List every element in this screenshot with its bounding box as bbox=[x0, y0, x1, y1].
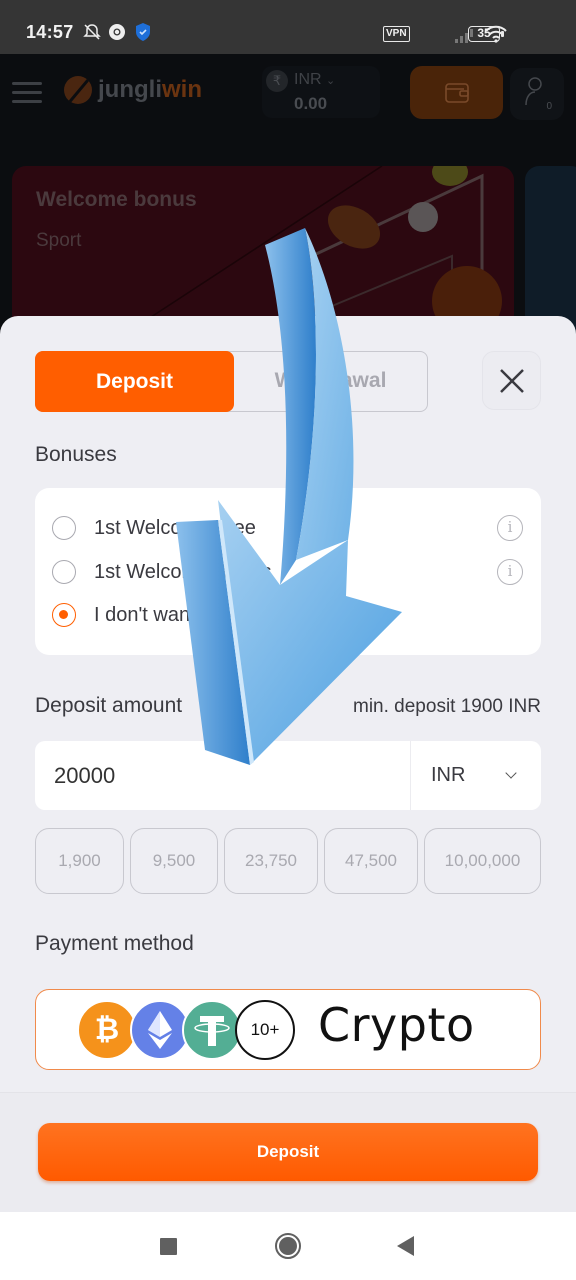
chevron-down-icon bbox=[505, 767, 517, 779]
status-bar: 14:57 VPN 35 bbox=[0, 0, 576, 54]
profile-button[interactable]: 0 bbox=[510, 68, 564, 120]
banner-subtitle: Sport bbox=[36, 230, 82, 251]
logo-mark-icon bbox=[64, 76, 92, 104]
balance-currency: INR ⌄ bbox=[294, 71, 336, 88]
crypto-label: Crypto bbox=[318, 998, 475, 1052]
more-coins-badge: 10+ bbox=[235, 1000, 295, 1060]
info-icon[interactable]: i bbox=[497, 559, 523, 585]
close-button[interactable] bbox=[482, 351, 541, 410]
status-time: 14:57 bbox=[26, 22, 74, 42]
rupee-icon: ₹ bbox=[266, 70, 288, 92]
preset-amount-button[interactable]: 47,500 bbox=[324, 828, 418, 894]
deposit-submit-button[interactable]: Deposit bbox=[38, 1123, 538, 1181]
bonus-option[interactable]: 1st Welcome Bonus i bbox=[35, 552, 541, 592]
vpn-badge: VPN bbox=[383, 26, 410, 42]
amount-input[interactable] bbox=[35, 741, 410, 810]
chrome-icon bbox=[108, 22, 126, 42]
preset-amount-button[interactable]: 9,500 bbox=[130, 828, 218, 894]
golf-ball-graphic bbox=[408, 202, 438, 232]
radio-button[interactable] bbox=[52, 560, 76, 584]
bonus-list: 1st Welcome Free i 1st Welcome Bonus i I… bbox=[35, 488, 541, 655]
logo-text-a: jungli bbox=[98, 76, 162, 103]
payment-method-label: Payment method bbox=[35, 932, 194, 955]
currency-value: INR bbox=[431, 764, 466, 786]
radio-button-selected[interactable] bbox=[52, 603, 76, 627]
back-icon[interactable] bbox=[397, 1236, 414, 1256]
system-nav-bar bbox=[0, 1212, 576, 1280]
battery-icon: 35 bbox=[468, 26, 504, 42]
tether-icon bbox=[182, 1000, 242, 1060]
wallet-icon bbox=[444, 82, 469, 103]
deposit-sheet: Deposit Withdrawal Bonuses 1st Welcome F… bbox=[0, 316, 576, 1212]
preset-amount-button[interactable]: 1,900 bbox=[35, 828, 124, 894]
amount-field: INR bbox=[35, 741, 541, 810]
menu-icon[interactable] bbox=[12, 82, 42, 104]
bonus-option[interactable]: 1st Welcome Free i bbox=[35, 508, 541, 548]
chevron-down-icon: ⌄ bbox=[326, 75, 336, 87]
bell-off-icon bbox=[82, 22, 102, 42]
bitcoin-icon: ₿ bbox=[77, 1000, 137, 1060]
logo[interactable]: jungli win bbox=[64, 76, 202, 104]
logo-text-b: win bbox=[161, 76, 202, 103]
min-deposit-note: min. deposit 1900 INR bbox=[353, 696, 541, 717]
bonuses-label: Bonuses bbox=[35, 443, 117, 466]
preset-amount-button[interactable]: 10,00,000 bbox=[424, 828, 541, 894]
shield-vpn-icon bbox=[134, 22, 152, 42]
payment-method-crypto[interactable]: ₿ 10+ Crypto bbox=[35, 989, 541, 1070]
radio-button[interactable] bbox=[52, 516, 76, 540]
tab-deposit[interactable]: Deposit bbox=[35, 351, 234, 412]
close-icon bbox=[499, 368, 524, 393]
bonus-label: 1st Welcome Bonus bbox=[94, 560, 272, 583]
currency-select[interactable]: INR bbox=[411, 741, 541, 810]
app-header: jungli win ₹ INR ⌄ 0.00 0 bbox=[0, 54, 576, 130]
tab-switcher: Deposit Withdrawal bbox=[35, 351, 428, 412]
wallet-button[interactable] bbox=[410, 66, 503, 119]
balance-widget[interactable]: ₹ INR ⌄ 0.00 bbox=[262, 66, 380, 118]
preset-amount-button[interactable]: 23,750 bbox=[224, 828, 318, 894]
screen: 14:57 VPN 35 jungli win ₹ INR ⌄ 0.00 0 W… bbox=[0, 0, 576, 1280]
tab-withdrawal[interactable]: Withdrawal bbox=[234, 352, 427, 410]
bonus-label: 1st Welcome Free bbox=[94, 516, 256, 539]
info-icon[interactable]: i bbox=[497, 515, 523, 541]
bonus-label: I don't want any bonuses bbox=[94, 603, 315, 626]
user-icon bbox=[525, 77, 542, 106]
banner-title: Welcome bonus bbox=[36, 188, 197, 211]
profile-count: 0 bbox=[546, 101, 552, 112]
home-icon[interactable] bbox=[275, 1233, 301, 1259]
recents-icon[interactable] bbox=[160, 1238, 177, 1255]
bonus-option[interactable]: I don't want any bonuses bbox=[35, 595, 541, 635]
deposit-amount-label: Deposit amount bbox=[35, 694, 183, 717]
ethereum-icon bbox=[130, 1000, 190, 1060]
balance-amount: 0.00 bbox=[294, 94, 328, 113]
sheet-footer: Deposit bbox=[0, 1092, 576, 1212]
